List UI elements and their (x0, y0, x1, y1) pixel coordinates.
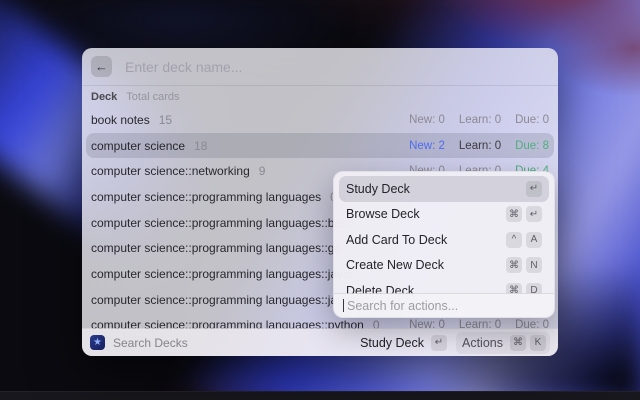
deck-card-count: 18 (194, 139, 207, 153)
deck-name: computer science::programming languages:… (91, 216, 354, 230)
action-menu-item[interactable]: Study Deck ↵ (339, 176, 549, 202)
deck-name: computer science (91, 139, 185, 153)
key-badge: ⌘ (506, 206, 522, 222)
enter-key-badge: ↵ (431, 335, 447, 351)
anki-app-icon: ★ (90, 335, 105, 350)
actions-search-input[interactable] (345, 298, 545, 314)
primary-action-button[interactable]: Study Deck ↵ (360, 335, 447, 351)
deck-stat: Learn: 0 (459, 140, 501, 152)
text-caret (343, 299, 344, 312)
action-menu-item-label: Add Card To Deck (346, 233, 447, 247)
deck-name-input[interactable] (123, 58, 549, 76)
screen: ← Deck Total cards book notes 15 New: 0 L… (0, 0, 640, 400)
wallpaper-bottom-strip (0, 391, 640, 400)
deck-row[interactable]: computer science 18 New: 2 Learn: 0 Due: 8 (86, 133, 554, 159)
status-bar-actions: Study Deck ↵ Actions ⌘K (360, 332, 550, 354)
action-menu-item[interactable]: Create New Deck ⌘N (339, 253, 549, 279)
action-menu-item-keys: ^A (506, 232, 542, 248)
app-title: Search Decks (113, 336, 188, 350)
actions-panel: Study Deck ↵ Browse Deck ⌘↵ Add Card To … (333, 171, 555, 318)
back-arrow-icon: ← (95, 59, 108, 74)
action-menu-item-label: Create New Deck (346, 258, 444, 272)
key-badge: ⌘ (510, 335, 526, 351)
back-button[interactable]: ← (91, 56, 112, 77)
deck-card-count: 9 (259, 164, 266, 178)
deck-search-header: ← (82, 48, 558, 86)
actions-search-bar (334, 293, 554, 317)
column-total-cards: Total cards (126, 91, 179, 103)
deck-card-count: 15 (159, 113, 172, 127)
actions-menu-button[interactable]: Actions ⌘K (456, 332, 550, 354)
action-menu-item[interactable]: Delete Deck ⌘D (339, 278, 549, 294)
action-menu-item-keys: ↵ (526, 181, 542, 197)
key-badge: ↵ (526, 181, 542, 197)
actions-panel-items: Study Deck ↵ Browse Deck ⌘↵ Add Card To … (339, 176, 549, 294)
deck-stat: New: 0 (409, 114, 445, 126)
star-glyph: ★ (93, 338, 102, 348)
key-badge: K (530, 335, 546, 351)
deck-name: computer science::programming languages:… (91, 241, 341, 255)
key-badge: ↵ (526, 206, 542, 222)
action-menu-item-label: Browse Deck (346, 207, 420, 221)
key-badge: ^ (506, 232, 522, 248)
list-column-headers: Deck Total cards (82, 86, 558, 107)
action-menu-item[interactable]: Browse Deck ⌘↵ (339, 202, 549, 228)
key-badge: A (526, 232, 542, 248)
deck-stat: Due: 0 (515, 114, 549, 126)
deck-stat: Learn: 0 (459, 114, 501, 126)
key-badge: N (526, 257, 542, 273)
deck-name: book notes (91, 113, 150, 127)
deck-stat: Due: 8 (515, 140, 549, 152)
primary-action-label: Study Deck (360, 336, 424, 350)
deck-name: computer science::programming languages (91, 190, 321, 204)
actions-key-badges: ⌘K (510, 335, 546, 351)
column-deck: Deck (91, 91, 117, 103)
deck-stats: New: 2 Learn: 0 Due: 8 (409, 140, 549, 152)
action-menu-item-label: Study Deck (346, 182, 410, 196)
key-badge: ⌘ (506, 257, 522, 273)
status-bar: ★ Search Decks Study Deck ↵ Actions ⌘K (82, 328, 558, 356)
deck-row[interactable]: book notes 15 New: 0 Learn: 0 Due: 0 (86, 107, 554, 133)
actions-label: Actions (462, 336, 503, 350)
deck-stats: New: 0 Learn: 0 Due: 0 (409, 114, 549, 126)
action-menu-item-keys: ⌘↵ (506, 206, 542, 222)
deck-stat: New: 2 (409, 140, 445, 152)
deck-name: computer science::networking (91, 164, 250, 178)
action-menu-item-keys: ⌘N (506, 257, 542, 273)
action-menu-item[interactable]: Add Card To Deck ^A (339, 227, 549, 253)
